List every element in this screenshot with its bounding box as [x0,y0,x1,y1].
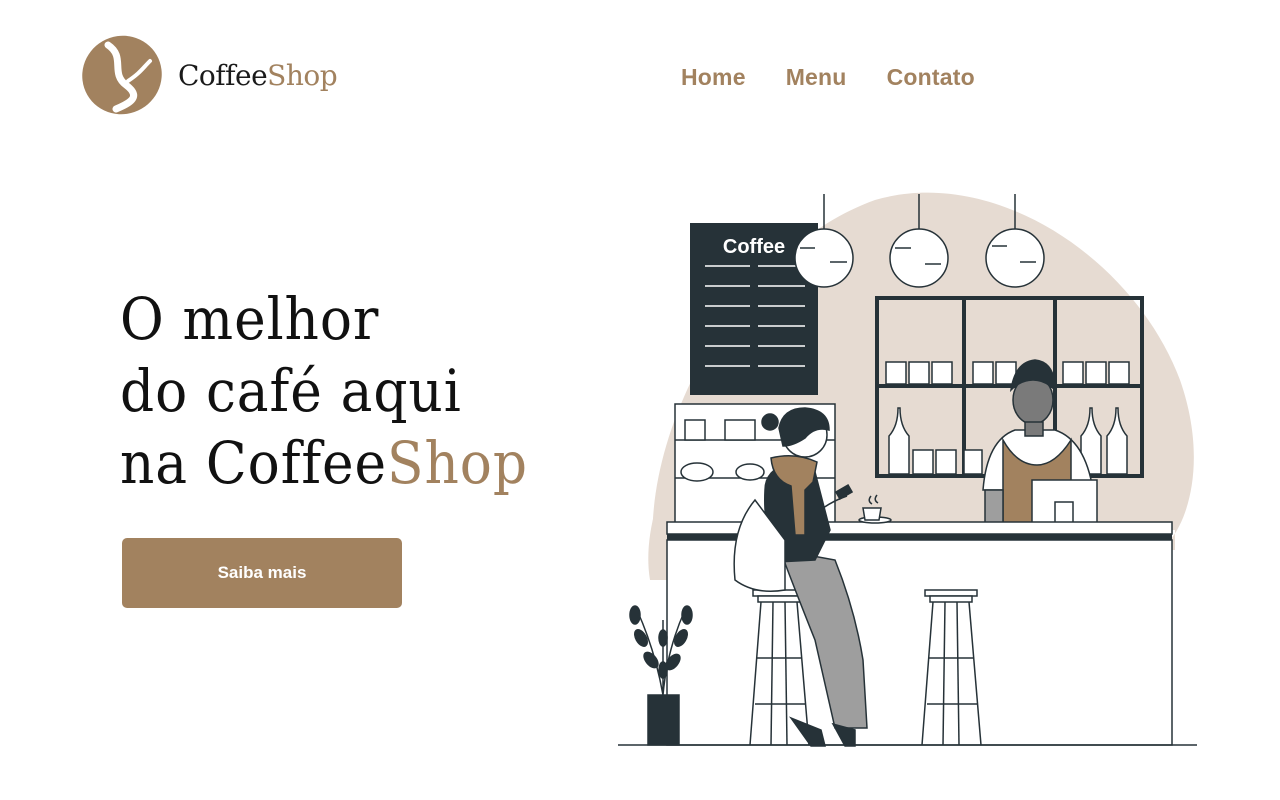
hero-headline: O melhor do café aqui na CoffeeShop [120,283,563,499]
menu-board-title: Coffee [723,236,785,258]
main-nav: Home Menu Contato [681,64,975,91]
hero-line-3: na CoffeeShop [120,429,528,497]
nav-home[interactable]: Home [681,64,746,91]
coffee-shop-illustration: Coffee [618,192,1197,747]
saiba-mais-button[interactable]: Saiba mais [122,538,402,608]
coffee-bean-icon [82,35,162,115]
nav-contato[interactable]: Contato [887,64,975,91]
brand-logo[interactable]: CoffeeShop [80,34,338,116]
brand-name: CoffeeShop [178,58,338,92]
nav-menu[interactable]: Menu [786,64,847,91]
hero-line-1: O melhor [120,285,380,353]
hero-line-2: do café aqui [120,357,462,425]
